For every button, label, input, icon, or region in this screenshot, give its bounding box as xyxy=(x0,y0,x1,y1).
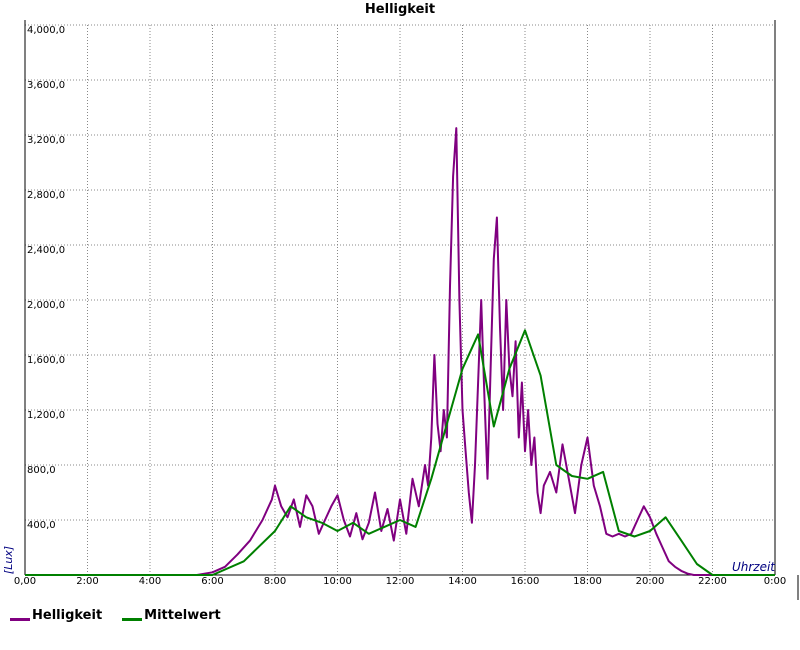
chart-legend: Helligkeit Mittelwert xyxy=(10,608,241,623)
y-tick-label: 800,0 xyxy=(27,465,56,476)
series-lines xyxy=(25,127,775,576)
x-tick-label: 22:00 xyxy=(698,576,727,587)
y-tick-label: 1,600,0 xyxy=(27,355,65,366)
x-tick-label: 4:00 xyxy=(139,576,161,587)
chart-title: Helligkeit xyxy=(365,2,435,17)
x-tick-label: 2:00 xyxy=(76,576,98,587)
y-tick-label: 4,000,0 xyxy=(27,25,65,36)
x-tick-label: 14:00 xyxy=(448,576,477,587)
helligkeit-chart: 0,00 2:00 4:00 6:00 8:00 10:00 12:00 14:00 16:00… xyxy=(2,2,799,600)
series-line-helligkeit xyxy=(25,127,775,576)
legend-item-mittelwert: Mittelwert xyxy=(122,608,221,623)
x-tick-label: 6:00 xyxy=(201,576,223,587)
x-tick-label: 16:00 xyxy=(511,576,540,587)
x-axis-label: Uhrzeit xyxy=(732,560,776,574)
legend-swatch-mittelwert xyxy=(122,618,143,621)
legend-item-helligkeit: Helligkeit xyxy=(10,608,102,623)
y-tick-label: 400,0 xyxy=(27,520,56,531)
x-tick-label: 10:00 xyxy=(323,576,352,587)
legend-swatch-helligkeit xyxy=(10,618,30,621)
legend-label-helligkeit: Helligkeit xyxy=(32,608,103,623)
y-tick-label: 2,400,0 xyxy=(27,245,65,256)
y-tick-label: 1,200,0 xyxy=(27,410,65,421)
y-tick-label: 3,200,0 xyxy=(27,135,65,146)
x-tick-label: 12:00 xyxy=(386,576,415,587)
legend-label-mittelwert: Mittelwert xyxy=(144,608,221,623)
x-tick-label: 18:00 xyxy=(573,576,602,587)
x-tick-label: 8:00 xyxy=(264,576,286,587)
x-tick-label: 20:00 xyxy=(636,576,665,587)
x-tick-label: 0:00 xyxy=(764,576,786,587)
y-tick-label: 3,600,0 xyxy=(27,80,65,91)
y-axis-label: [Lux] xyxy=(2,546,15,574)
x-tick-label: 0,00 xyxy=(14,576,36,587)
y-tick-label: 2,000,0 xyxy=(27,300,65,311)
y-tick-label: 2,800,0 xyxy=(27,190,65,201)
grid-lines xyxy=(25,24,775,575)
chart-axes xyxy=(24,20,799,600)
